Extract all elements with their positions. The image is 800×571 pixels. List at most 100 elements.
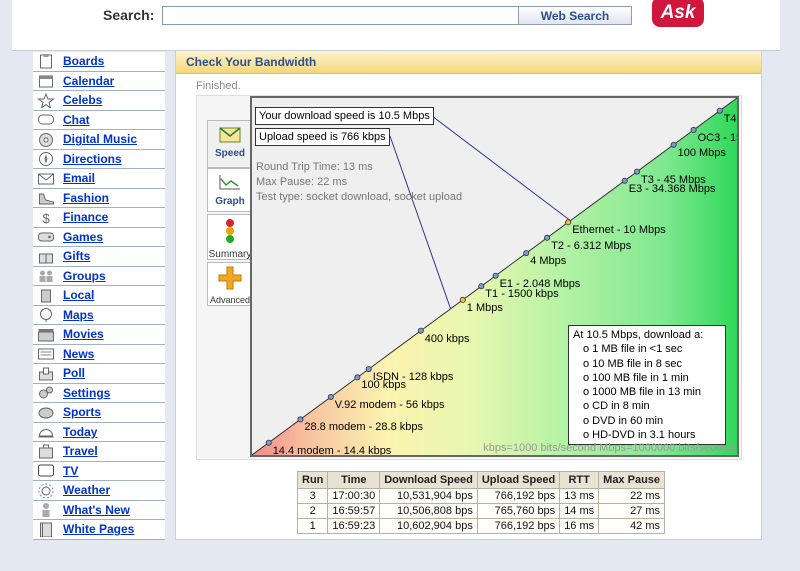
cd-icon — [39, 132, 53, 147]
gamepad-icon — [38, 232, 54, 242]
scale-point — [523, 250, 530, 257]
sidebar-item-sports[interactable]: Sports — [33, 403, 165, 423]
plus-icon — [218, 266, 242, 290]
gears-icon — [39, 386, 53, 399]
tv-icon — [38, 464, 54, 477]
results-table: Run Time Download Speed Upload Speed RTT Max … — [296, 471, 666, 534]
sidebar-item-label[interactable]: Games — [63, 230, 103, 244]
download-time-row: o HD-DVD in 3.1 hours — [583, 429, 696, 442]
bandwidth-panel: Check Your Bandwidth Finished. Speed Gra… — [175, 50, 762, 540]
sidebar-item-chat[interactable]: Chat — [33, 110, 165, 130]
sidebar-item-directions[interactable]: Directions — [33, 149, 165, 169]
scale-point — [633, 168, 640, 175]
sidebar-item-tv[interactable]: TV — [33, 461, 165, 481]
scale-label: Ethernet - 10 Mbps — [572, 224, 666, 237]
ball-icon — [38, 407, 54, 419]
person-icon — [42, 503, 50, 518]
tab-summary[interactable]: Summary — [207, 214, 252, 260]
shoe-icon — [39, 193, 54, 205]
sidebar-item-label[interactable]: Finance — [63, 210, 108, 224]
results-header-cell: Download Speed — [379, 471, 478, 489]
sidebar-item-label[interactable]: News — [63, 347, 94, 361]
results-header-cell: Run — [296, 471, 329, 489]
sidebar-item-label[interactable]: Boards — [63, 54, 104, 68]
tab-advanced-label: Advanced — [209, 295, 251, 305]
scale-label: 28.8 modem - 28.8 kbps — [304, 421, 424, 434]
scale-label: 14.4 modem - 14.4 kbps — [272, 444, 392, 457]
sidebar-item-today[interactable]: Today — [33, 422, 165, 442]
sidebar-item-label[interactable]: Gifts — [63, 249, 90, 263]
sidebar-item-what-s-new[interactable]: What's New — [33, 500, 165, 520]
tab-speed-label: Speed — [214, 148, 245, 159]
luggage-icon — [39, 444, 53, 459]
download-time-row: o 1000 MB file in 13 min — [583, 386, 702, 399]
results-cell: 1 — [296, 518, 329, 534]
scale-label: T3 - 45 Mbps — [641, 173, 706, 186]
sidebar-item-fashion[interactable]: Fashion — [33, 188, 165, 208]
tab-speed[interactable]: Speed — [207, 120, 252, 168]
sidebar-item-label[interactable]: Calendar — [63, 74, 114, 88]
scale-label: E1 - 2.048 Mbps — [499, 277, 581, 290]
sidebar-item-label[interactable]: Travel — [63, 444, 98, 458]
envelope-chart-icon — [219, 127, 241, 143]
scale-label: T1 - 1500 kbps — [485, 288, 559, 301]
sidebar-item-label[interactable]: Fashion — [63, 191, 109, 205]
sidebar-item-label[interactable]: Sports — [63, 405, 101, 419]
scale-label: 1 Mbps — [466, 301, 503, 314]
results-cell: 10,506,808 bps — [379, 503, 478, 519]
search-input[interactable] — [162, 6, 523, 25]
ask-logo-text: Ask — [660, 2, 697, 23]
sidebar-item-calendar[interactable]: Calendar — [33, 71, 165, 91]
scale-label: T4 - 274 Mbps — [723, 112, 737, 125]
sidebar-item-settings[interactable]: Settings — [33, 383, 165, 403]
sidebar-item-label[interactable]: What's New — [63, 503, 130, 517]
tab-graph-label: Graph — [215, 196, 245, 207]
sidebar-item-travel[interactable]: Travel — [33, 442, 165, 462]
sidebar-item-email[interactable]: Email — [33, 169, 165, 189]
sidebar-item-poll[interactable]: Poll — [33, 364, 165, 384]
sidebar-item-maps[interactable]: Maps — [33, 305, 165, 325]
sidebar-item-label[interactable]: Groups — [63, 269, 106, 283]
download-time-row: o DVD in 60 min — [583, 414, 664, 427]
web-search-button[interactable]: Web Search — [518, 6, 632, 25]
tab-graph[interactable]: Graph — [207, 168, 252, 212]
clapboard-icon — [38, 328, 54, 342]
sidebar-item-weather[interactable]: Weather — [33, 481, 165, 501]
sidebar-item-finance[interactable]: $ Finance — [33, 208, 165, 228]
sidebar-item-label[interactable]: White Pages — [63, 522, 134, 536]
sidebar-item-label[interactable]: Digital Music — [63, 132, 137, 146]
sidebar-item-white-pages[interactable]: White Pages — [33, 520, 165, 540]
sidebar-item-label[interactable]: Local — [63, 288, 94, 302]
sidebar-item-local[interactable]: Local — [33, 286, 165, 306]
sidebar-item-label[interactable]: TV — [63, 464, 78, 478]
scale-point — [354, 374, 361, 381]
sidebar-item-label[interactable]: Today — [63, 425, 97, 439]
sidebar-item-celebs[interactable]: Celebs — [33, 91, 165, 111]
sidebar-item-boards[interactable]: Boards — [33, 52, 165, 72]
sidebar-item-label[interactable]: Celebs — [63, 93, 102, 107]
sidebar-item-label[interactable]: Movies — [63, 327, 104, 341]
sidebar-item-news[interactable]: News — [33, 344, 165, 364]
tab-advanced[interactable]: Advanced — [207, 262, 252, 306]
scale-label: T2 - 6.312 Mbps — [551, 239, 632, 252]
scale-label: 400 kbps — [424, 332, 470, 345]
sidebar-item-gifts[interactable]: Gifts — [33, 247, 165, 267]
sidebar-item-label[interactable]: Maps — [63, 308, 94, 322]
sidebar-item-label[interactable]: Directions — [63, 152, 122, 166]
sidebar-item-movies[interactable]: Movies — [33, 325, 165, 345]
scale-point — [492, 272, 499, 279]
results-cell: 13 ms — [559, 488, 600, 504]
results-cell: 766,192 bps — [476, 518, 561, 534]
results-cell: 3 — [296, 488, 329, 504]
sidebar-item-label[interactable]: Poll — [63, 366, 85, 380]
sidebar-item-digital-music[interactable]: Digital Music — [33, 130, 165, 150]
sidebar-item-label[interactable]: Chat — [63, 113, 90, 127]
sidebar-item-label[interactable]: Weather — [63, 483, 110, 497]
sidebar-item-label[interactable]: Settings — [63, 386, 110, 400]
sidebar-item-groups[interactable]: Groups — [33, 266, 165, 286]
sidebar-item-games[interactable]: Games — [33, 227, 165, 247]
scale-label: 100 Mbps — [677, 146, 726, 159]
ask-logo-icon[interactable]: Ask — [652, 0, 704, 27]
sidebar-item-label[interactable]: Email — [63, 171, 95, 185]
clipboard-icon — [40, 53, 52, 69]
